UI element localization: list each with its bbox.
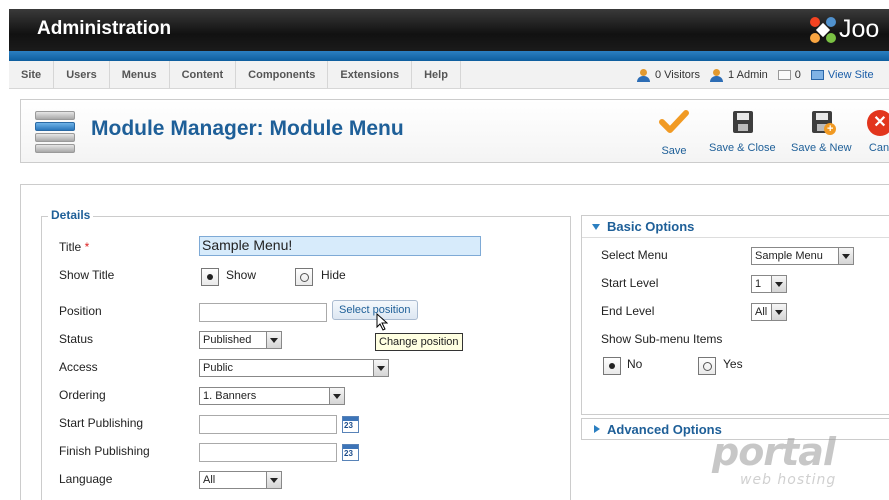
- start-level-select[interactable]: 1: [751, 275, 787, 293]
- menu-components[interactable]: Components: [236, 61, 329, 89]
- basic-options-header[interactable]: Basic Options: [582, 216, 889, 238]
- end-level-select[interactable]: All: [751, 303, 787, 321]
- floppy-icon: [726, 106, 758, 138]
- language-label: Language: [59, 472, 113, 486]
- hide-option-label: Hide: [321, 268, 346, 282]
- title-label: Title *: [59, 240, 90, 254]
- admins-status: 1 Admin: [710, 68, 768, 82]
- finish-publishing-label: Finish Publishing: [59, 444, 150, 458]
- messages-icon: [777, 70, 791, 80]
- start-publishing-label: Start Publishing: [59, 416, 144, 430]
- portal-watermark: portal web hosting: [712, 430, 872, 490]
- cancel-icon: ✕: [863, 106, 889, 138]
- view-site-icon: [810, 70, 824, 80]
- ordering-label: Ordering: [59, 388, 106, 402]
- view-site-link[interactable]: View Site: [810, 69, 874, 81]
- show-title-show-radio[interactable]: [201, 268, 219, 286]
- chevron-down-icon: [266, 472, 281, 488]
- show-submenu-label: Show Sub-menu Items: [601, 332, 723, 346]
- chevron-down-icon: [771, 304, 786, 320]
- status-label: Status: [59, 332, 94, 346]
- visitors-icon: [637, 68, 651, 82]
- title-input[interactable]: Sample Menu!: [199, 236, 481, 256]
- status-select[interactable]: Published: [199, 331, 282, 349]
- joomla-logo[interactable]: Joo: [809, 13, 889, 47]
- basic-options-title: Basic Options: [607, 219, 695, 234]
- chevron-down-icon: [329, 388, 344, 404]
- toolbar-box: Module Manager: Module Menu Save Save & …: [20, 99, 889, 163]
- select-menu-label: Select Menu: [601, 248, 668, 262]
- calendar-icon[interactable]: 23: [342, 444, 359, 461]
- submenu-yes-radio[interactable]: [698, 357, 716, 375]
- view-site-label: View Site: [827, 69, 874, 81]
- position-label: Position: [59, 304, 102, 318]
- save-close-label: Save & Close: [709, 142, 776, 154]
- messages-status[interactable]: 0: [777, 69, 801, 81]
- show-option-label: Show: [226, 268, 257, 282]
- ordering-select[interactable]: 1. Banners: [199, 387, 345, 405]
- page-title: Module Manager: Module Menu: [91, 117, 404, 140]
- position-input[interactable]: [199, 303, 327, 322]
- language-select[interactable]: All: [199, 471, 282, 489]
- watermark-line1: portal: [712, 430, 836, 474]
- advanced-options-title: Advanced Options: [607, 422, 722, 437]
- mouse-cursor-icon: [376, 313, 388, 331]
- show-title-hide-radio[interactable]: [295, 268, 313, 286]
- header-accent-bar: [9, 51, 889, 61]
- expand-right-icon: [594, 425, 600, 433]
- joomla-logo-icon: [810, 17, 836, 43]
- select-position-button[interactable]: Select position: [332, 300, 418, 320]
- cancel-button[interactable]: ✕ Can: [863, 106, 889, 154]
- select-menu-select[interactable]: Sample Menu: [751, 247, 854, 265]
- start-publishing-input[interactable]: [199, 415, 337, 434]
- chevron-down-icon: [266, 332, 281, 348]
- chevron-down-icon: [838, 248, 853, 264]
- checkmark-icon: [659, 110, 689, 133]
- admins-count: 1 Admin: [728, 69, 768, 81]
- joomla-logo-text: Joo: [839, 15, 880, 43]
- submenu-no-radio[interactable]: [603, 357, 621, 375]
- yes-option-label: Yes: [723, 357, 743, 371]
- messages-count: 0: [794, 69, 801, 81]
- save-button[interactable]: Save: [658, 106, 690, 157]
- expand-down-icon: [592, 224, 600, 230]
- details-legend: Details: [48, 208, 94, 222]
- cancel-label: Can: [868, 142, 889, 154]
- save-label: Save: [661, 145, 687, 157]
- show-title-label: Show Title: [59, 268, 115, 282]
- visitors-count: 0 Visitors: [655, 69, 701, 81]
- save-close-button[interactable]: Save & Close: [709, 106, 776, 154]
- floppy-plus-icon: +: [805, 106, 837, 138]
- menu-users[interactable]: Users: [54, 61, 110, 89]
- menu-menus[interactable]: Menus: [110, 61, 170, 89]
- no-option-label: No: [627, 357, 643, 371]
- save-new-button[interactable]: + Save & New: [791, 106, 852, 154]
- end-level-label: End Level: [601, 304, 655, 318]
- visitors-status: 0 Visitors: [637, 68, 701, 82]
- menu-content[interactable]: Content: [170, 61, 237, 89]
- watermark-line2: web hosting: [740, 472, 837, 488]
- admin-title: Administration: [37, 18, 172, 39]
- chevron-down-icon: [373, 360, 388, 376]
- menu-site[interactable]: Site: [9, 61, 55, 89]
- main-menu: Site Users Menus Content Components Exte…: [9, 61, 461, 89]
- menu-help[interactable]: Help: [412, 61, 461, 89]
- chevron-down-icon: [771, 276, 786, 292]
- save-new-label: Save & New: [791, 142, 852, 154]
- finish-publishing-input[interactable]: [199, 443, 337, 462]
- start-level-label: Start Level: [601, 276, 659, 290]
- access-label: Access: [59, 360, 98, 374]
- main-menu-bar: Site Users Menus Content Components Exte…: [9, 61, 889, 89]
- admin-header: Administration Joo: [9, 9, 889, 51]
- menu-extensions[interactable]: Extensions: [328, 61, 413, 89]
- access-select[interactable]: Public: [199, 359, 389, 377]
- change-position-tooltip: Change position: [375, 333, 463, 351]
- calendar-icon[interactable]: 23: [342, 416, 359, 433]
- admin-user-icon: [710, 68, 724, 82]
- status-area: 0 Visitors 1 Admin 0 View Site: [637, 61, 884, 89]
- required-mark: *: [84, 240, 90, 254]
- module-manager-icon: [35, 110, 75, 154]
